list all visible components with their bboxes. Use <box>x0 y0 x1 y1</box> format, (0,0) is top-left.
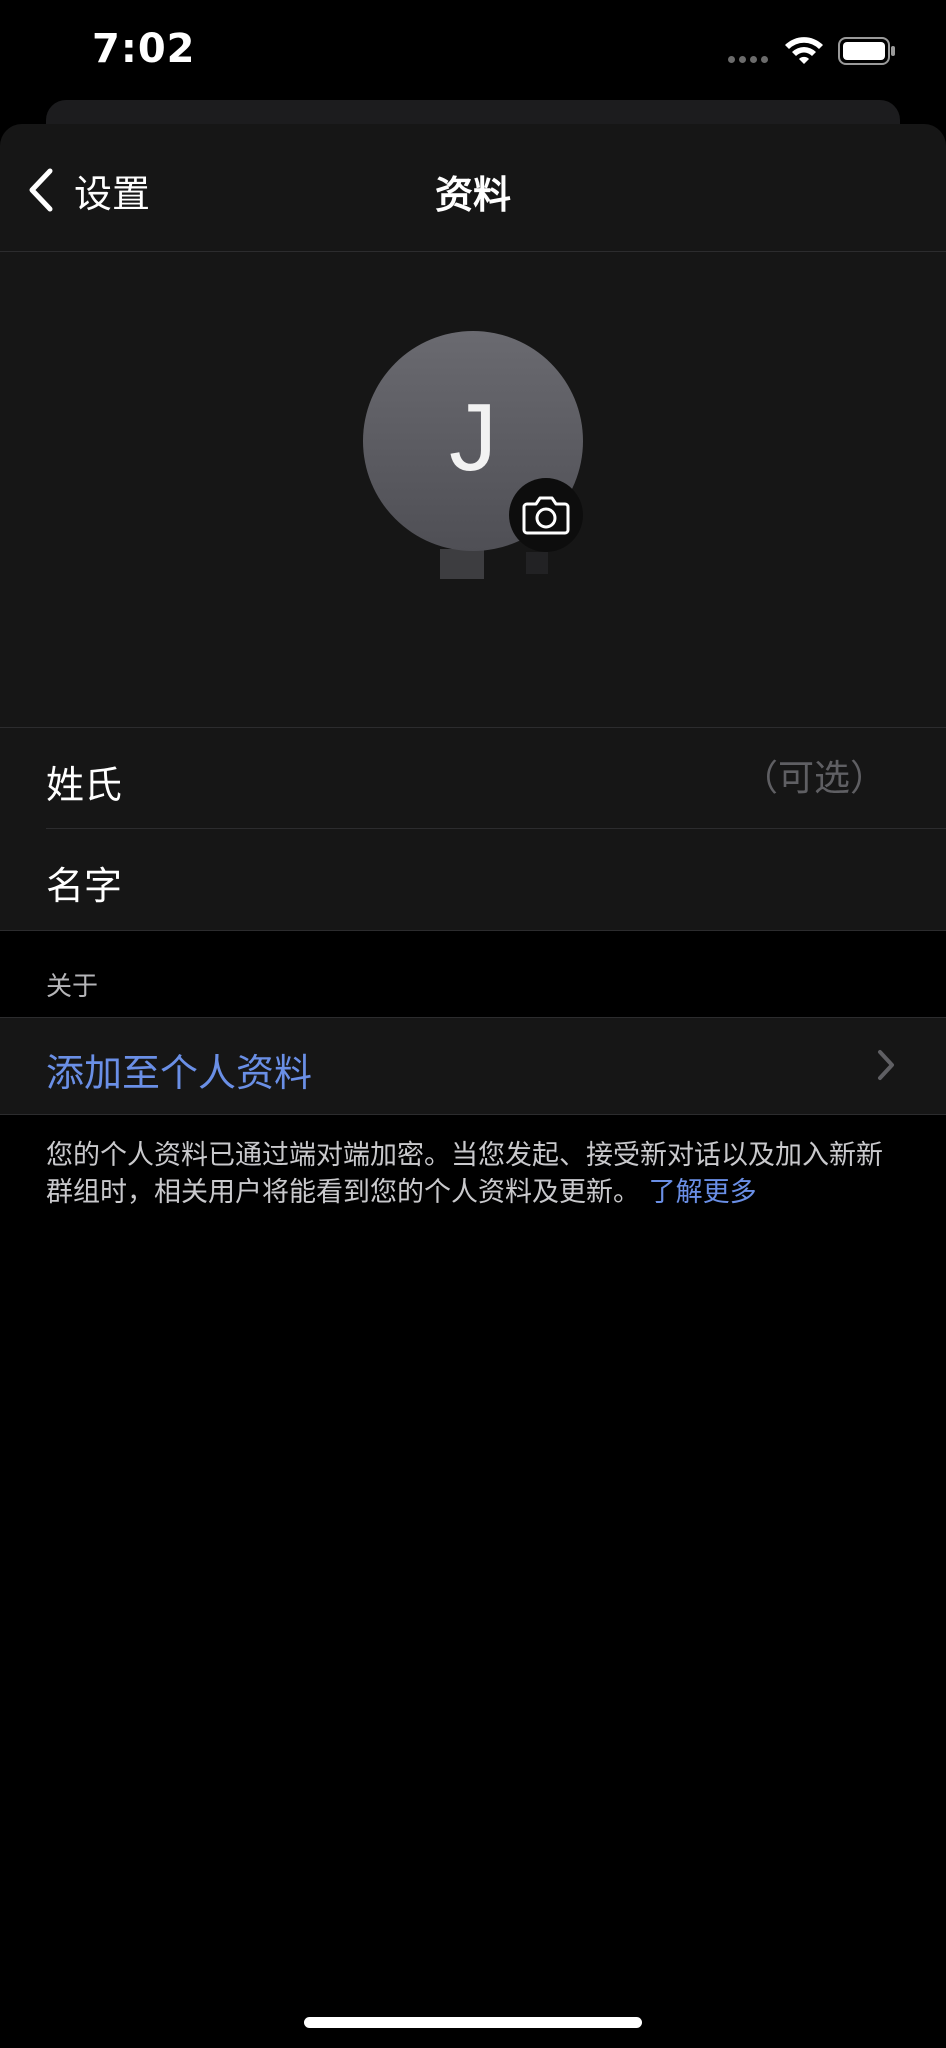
last-name-input[interactable] <box>386 748 886 808</box>
learn-more-link[interactable]: 了解更多 <box>649 1177 757 1208</box>
status-bar: 7:02 <box>0 0 946 100</box>
change-photo-button[interactable] <box>509 478 583 552</box>
home-indicator[interactable] <box>304 2017 642 2028</box>
page-title: 资料 <box>434 173 511 217</box>
signal-icon <box>728 56 768 63</box>
navigation-bar: 设置 资料 <box>0 124 946 252</box>
name-fields: 姓氏 名字 <box>0 727 946 931</box>
last-name-label: 姓氏 <box>46 763 123 807</box>
first-name-label: 名字 <box>46 864 123 908</box>
add-to-profile-row[interactable]: 添加至个人资料 <box>0 1017 946 1115</box>
about-section-header: 关于 <box>46 972 99 1002</box>
footnote-text: 您的个人资料已通过端对端加密。当您发起、接受新对话以及加入新新群组时，相关用户将… <box>46 1140 883 1208</box>
battery-icon <box>838 37 895 65</box>
avatar-shadow <box>526 552 548 574</box>
privacy-footnote: 您的个人资料已通过端对端加密。当您发起、接受新对话以及加入新新群组时，相关用户将… <box>46 1137 906 1211</box>
chevron-right-icon <box>878 1050 894 1080</box>
profile-sheet: 设置 资料 J 姓氏 名字 关于 添加至个人资料 <box>0 124 946 2048</box>
wifi-icon <box>785 37 823 64</box>
avatar-shadow <box>440 549 484 579</box>
avatar-initial: J <box>449 384 497 491</box>
camera-icon <box>522 496 570 535</box>
last-name-row: 姓氏 <box>0 728 946 828</box>
first-name-row: 名字 <box>0 829 946 929</box>
add-to-profile-label: 添加至个人资料 <box>46 1051 313 1095</box>
status-time: 7:02 <box>92 26 196 72</box>
avatar-section: J <box>0 252 946 727</box>
first-name-input[interactable] <box>386 849 886 909</box>
